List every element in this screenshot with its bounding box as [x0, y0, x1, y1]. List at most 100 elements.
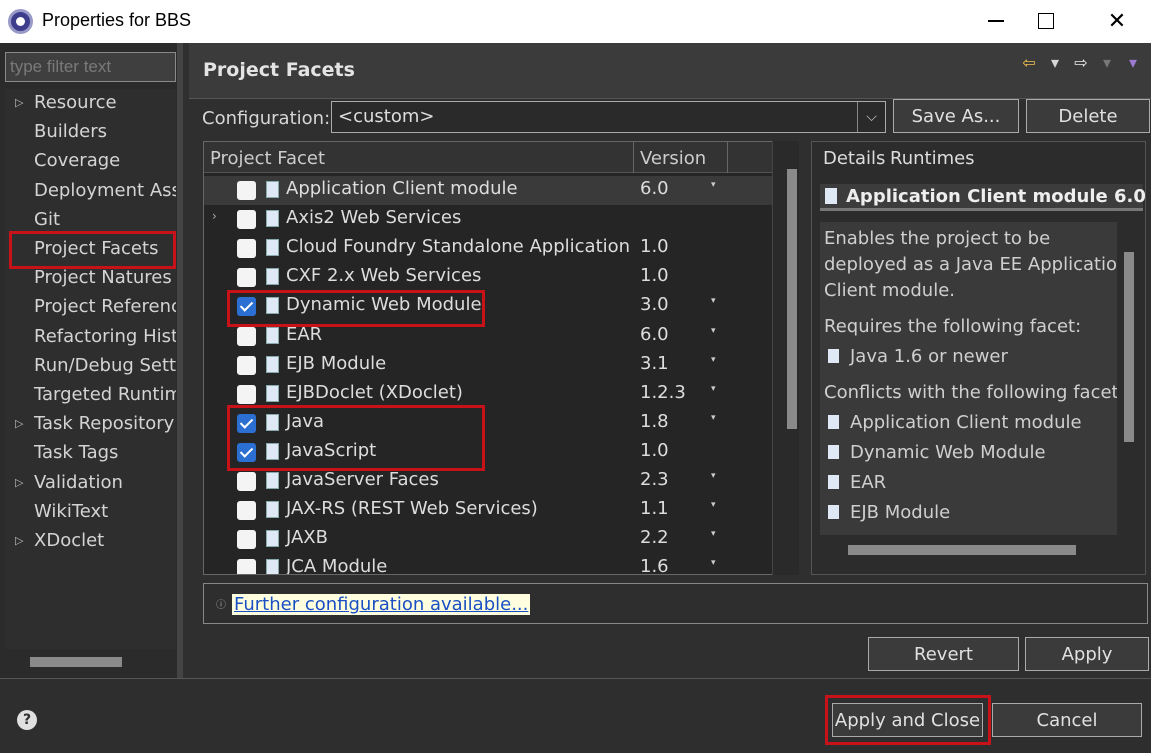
version-dropdown-icon[interactable]: ▾: [711, 384, 716, 394]
facet-checkbox[interactable]: [237, 530, 256, 550]
facet-version[interactable]: 1.6: [640, 556, 669, 574]
facet-row[interactable]: › Axis2 Web Services: [204, 205, 777, 234]
delete-button[interactable]: Delete: [1026, 99, 1150, 133]
facet-row[interactable]: Application Client module 6.0 ▾: [204, 176, 777, 205]
sidebar-item[interactable]: ▷ Validation: [5, 469, 176, 497]
facet-version[interactable]: 1.0: [640, 236, 669, 257]
version-dropdown-icon[interactable]: ▾: [711, 296, 716, 306]
facet-checkbox[interactable]: [237, 355, 256, 375]
sidebar-item-label: Resource: [34, 92, 117, 113]
version-dropdown-icon[interactable]: ▾: [711, 180, 716, 190]
facet-checkbox[interactable]: [237, 384, 256, 404]
facet-version[interactable]: 3.0: [640, 294, 669, 315]
sidebar-horizontal-scrollbar[interactable]: [30, 657, 122, 667]
view-menu-icon[interactable]: ▾: [1123, 53, 1143, 72]
details-body: Enables the project to be deployed as a …: [820, 222, 1117, 535]
facet-version[interactable]: 1.8: [640, 411, 669, 432]
tree-expand-icon[interactable]: ▷: [15, 527, 23, 555]
facet-version[interactable]: 2.3: [640, 469, 669, 490]
forward-arrow-icon[interactable]: ⇨: [1071, 53, 1091, 72]
facet-version[interactable]: 1.2.3: [640, 382, 686, 403]
page-title: Project Facets: [203, 59, 355, 81]
sidebar-item[interactable]: ▷ XDoclet: [5, 527, 176, 555]
version-dropdown-icon[interactable]: ▾: [711, 471, 716, 481]
save-as-button[interactable]: Save As...: [893, 99, 1019, 133]
facet-row[interactable]: Cloud Foundry Standalone Application 1.0: [204, 234, 777, 263]
facet-checkbox[interactable]: [237, 472, 256, 491]
sidebar-item[interactable]: Run/Debug Setti: [5, 352, 176, 380]
configuration-label: Configuration:: [202, 108, 331, 129]
sidebar-item[interactable]: Task Tags: [5, 439, 176, 467]
facet-checkbox[interactable]: [237, 326, 256, 346]
sidebar-item[interactable]: ▷ Resource: [5, 89, 176, 117]
version-dropdown-icon[interactable]: ▾: [711, 326, 716, 336]
facet-row[interactable]: CXF 2.x Web Services 1.0: [204, 263, 777, 292]
facet-version[interactable]: 1.1: [640, 498, 669, 519]
configuration-select[interactable]: <custom> ⌵: [331, 101, 886, 133]
facet-checkbox[interactable]: [237, 181, 256, 200]
facet-version[interactable]: 6.0: [640, 324, 669, 345]
facet-row[interactable]: JAX-RS (REST Web Services) 1.1 ▾: [204, 496, 777, 525]
column-header-facet[interactable]: Project Facet: [210, 148, 325, 169]
facet-version[interactable]: 1.0: [640, 265, 669, 286]
column-header-version[interactable]: Version: [640, 148, 706, 169]
back-arrow-icon[interactable]: ⇦: [1019, 53, 1039, 72]
version-dropdown-icon[interactable]: ▾: [711, 355, 716, 365]
sidebar-item[interactable]: Targeted Runtim: [5, 381, 176, 409]
facet-row[interactable]: EJB Module 3.1 ▾: [204, 351, 777, 380]
close-button[interactable]: ✕: [1094, 6, 1140, 36]
facet-row[interactable]: JCA Module 1.6 ▾: [204, 554, 777, 574]
tab-details[interactable]: Details: [823, 148, 885, 169]
sidebar-item[interactable]: Refactoring Histo: [5, 323, 176, 351]
facet-version[interactable]: 6.0: [640, 178, 669, 199]
version-dropdown-icon[interactable]: ▾: [711, 529, 716, 539]
revert-button[interactable]: Revert: [868, 637, 1019, 671]
facet-version[interactable]: 1.0: [640, 440, 669, 461]
minimize-button[interactable]: [973, 6, 1019, 36]
details-vertical-scrollbar[interactable]: [1124, 252, 1134, 442]
facet-checkbox[interactable]: [237, 501, 256, 521]
facet-checkbox[interactable]: [237, 239, 256, 259]
forward-menu-icon[interactable]: ▾: [1097, 53, 1117, 72]
facet-row[interactable]: JavaServer Faces 2.3 ▾: [204, 467, 777, 496]
further-configuration-bar: ⓘ Further configuration available...: [203, 583, 1148, 624]
sidebar-item[interactable]: Deployment Asse: [5, 177, 176, 205]
back-menu-icon[interactable]: ▾: [1045, 53, 1065, 72]
further-configuration-link[interactable]: Further configuration available...: [232, 594, 531, 615]
sidebar-item[interactable]: WikiText: [5, 498, 176, 526]
web-module-icon: [828, 445, 839, 459]
maximize-button[interactable]: [1023, 6, 1069, 36]
sidebar-item[interactable]: Coverage: [5, 147, 176, 175]
facet-version[interactable]: 3.1: [640, 353, 669, 374]
tab-runtimes[interactable]: Runtimes: [890, 148, 975, 169]
version-dropdown-icon[interactable]: ▾: [711, 413, 716, 423]
facet-row[interactable]: JAXB 2.2 ▾: [204, 525, 777, 554]
sidebar-item[interactable]: Project Reference: [5, 293, 176, 321]
help-icon[interactable]: ?: [17, 710, 37, 730]
version-dropdown-icon[interactable]: ▾: [711, 558, 716, 568]
filter-input[interactable]: type filter text: [5, 52, 176, 82]
facet-name: JAX-RS (REST Web Services): [286, 498, 538, 520]
apply-button[interactable]: Apply: [1025, 637, 1149, 671]
details-horizontal-scrollbar[interactable]: [848, 545, 1076, 555]
sidebar-item[interactable]: ▷ Task Repository: [5, 410, 176, 438]
version-dropdown-icon[interactable]: ▾: [711, 500, 716, 510]
property-tree: ▷ Resource Builders Coverage Deployment Asse…: [5, 89, 176, 649]
tree-expand-icon[interactable]: ▷: [15, 469, 23, 497]
facets-vertical-scrollbar[interactable]: [787, 169, 797, 429]
sidebar-item[interactable]: Builders: [5, 118, 176, 146]
info-icon: ⓘ: [216, 600, 226, 611]
sidebar-item[interactable]: Git: [5, 206, 176, 234]
chevron-right-icon[interactable]: ›: [212, 209, 217, 223]
chevron-down-icon[interactable]: ⌵: [857, 102, 885, 132]
cancel-button[interactable]: Cancel: [992, 703, 1142, 737]
sidebar-item-label: Targeted Runtim: [34, 384, 176, 405]
facet-checkbox[interactable]: [237, 268, 256, 288]
sidebar-item-label: Task Tags: [34, 442, 119, 464]
facet-checkbox[interactable]: [237, 210, 256, 230]
facet-version[interactable]: 2.2: [640, 527, 669, 548]
tree-expand-icon[interactable]: ▷: [15, 89, 23, 117]
eclipse-icon: [8, 9, 33, 34]
facet-checkbox[interactable]: [237, 559, 256, 574]
tree-expand-icon[interactable]: ▷: [15, 410, 23, 438]
